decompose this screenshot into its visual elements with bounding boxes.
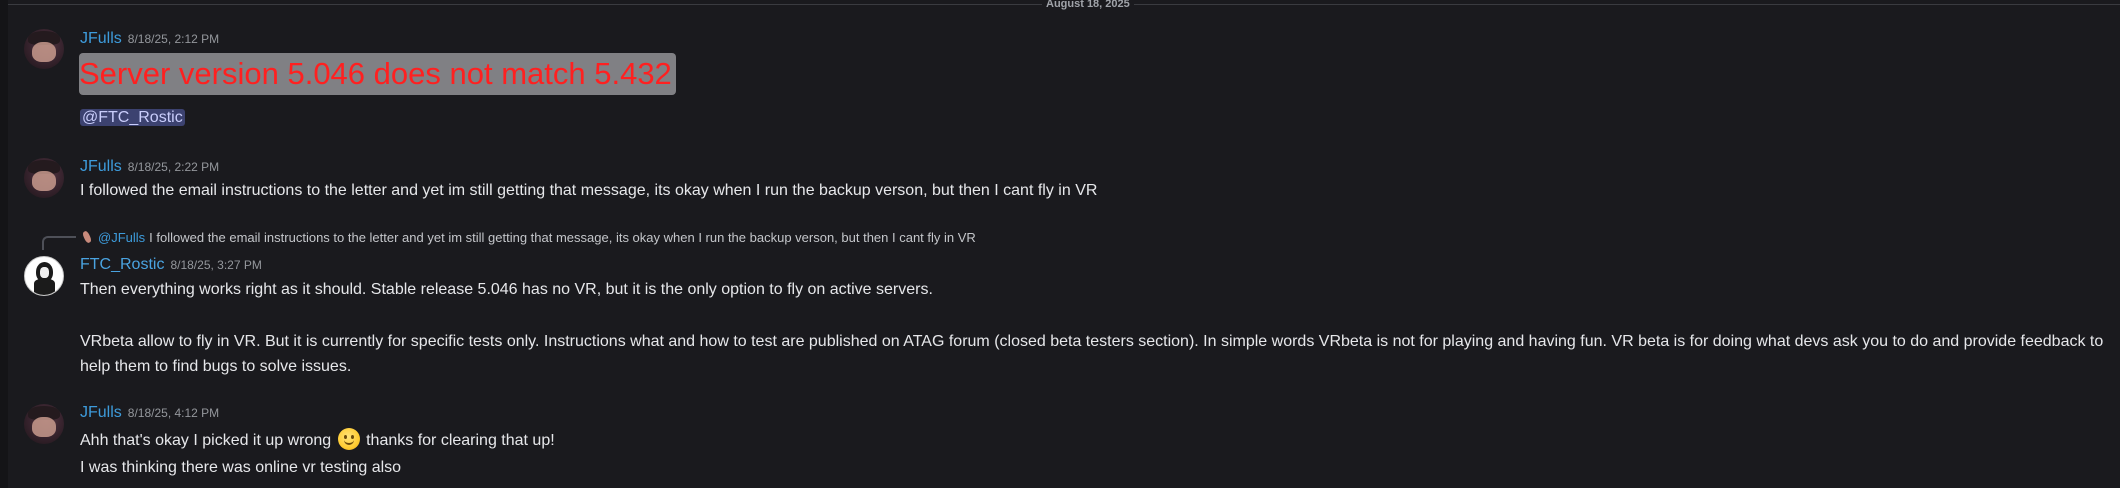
message-header: JFulls 8/18/25, 2:22 PM [80,157,219,177]
reply-username[interactable]: @JFulls [98,230,145,245]
timestamp[interactable]: 8/18/25, 3:27 PM [170,258,261,272]
timestamp[interactable]: 8/18/25, 4:12 PM [128,406,219,420]
reply-preview[interactable]: @JFulls I followed the email instructions… [80,229,976,247]
message-paragraph-2: VRbeta allow to fly in VR. But it is cur… [80,333,2104,375]
emoji-right-eye [350,435,354,439]
message-header: JFulls 8/18/25, 2:12 PM [80,29,219,49]
user-mention[interactable]: @FTC_Rostic [80,109,185,126]
avatar-hands-shape [32,42,56,62]
left-edge-bar [0,0,8,488]
avatar-hands-shape [32,417,56,437]
avatar-body-shape [34,279,55,295]
highlighted-error-text: Server version 5.046 does not match 5.43… [79,53,676,95]
emoji-left-eye [343,435,347,439]
avatar-jfulls[interactable] [24,404,64,444]
message-content-2: I was thinking there was online vr testi… [80,459,402,476]
message-header: JFulls 8/18/25, 4:12 PM [80,403,219,423]
message-content: @FTC_Rostic [80,107,185,129]
reply-avatar-icon [80,230,94,244]
date-divider: August 18, 2025 [8,0,2120,10]
date-divider-text: August 18, 2025 [1042,0,1134,10]
timestamp[interactable]: 8/18/25, 2:12 PM [128,32,219,46]
emoji-mouth [343,440,354,445]
avatar-jfulls[interactable] [24,29,64,69]
reply-connector-line [42,236,76,250]
username[interactable]: JFulls [80,404,122,421]
username[interactable]: JFulls [80,158,122,175]
avatar-face-shape [40,267,49,278]
reply-text[interactable]: I followed the email instructions to the… [149,230,976,245]
avatar-ftc-rostic[interactable] [24,256,64,296]
timestamp[interactable]: 8/18/25, 2:22 PM [128,160,219,174]
message-content: Ahh that's okay I picked it up wrong tha… [80,428,555,452]
chat-window: August 18, 2025 JFulls 8/18/25, 2:12 PM S… [0,0,2120,488]
username[interactable]: JFulls [80,30,122,47]
slightly-smiling-face-icon[interactable] [337,428,360,450]
message-paragraph-1: Then everything works right as it should… [80,281,933,298]
avatar-jfulls[interactable] [24,158,64,198]
username[interactable]: FTC_Rostic [80,256,164,273]
message-content: I followed the email instructions to the… [80,182,1098,199]
avatar-hands-shape [32,171,56,191]
message-header: FTC_Rostic 8/18/25, 3:27 PM [80,255,262,275]
message-text: thanks for clearing that up! [366,432,555,449]
message-text: Ahh that's okay I picked it up wrong [80,432,332,449]
